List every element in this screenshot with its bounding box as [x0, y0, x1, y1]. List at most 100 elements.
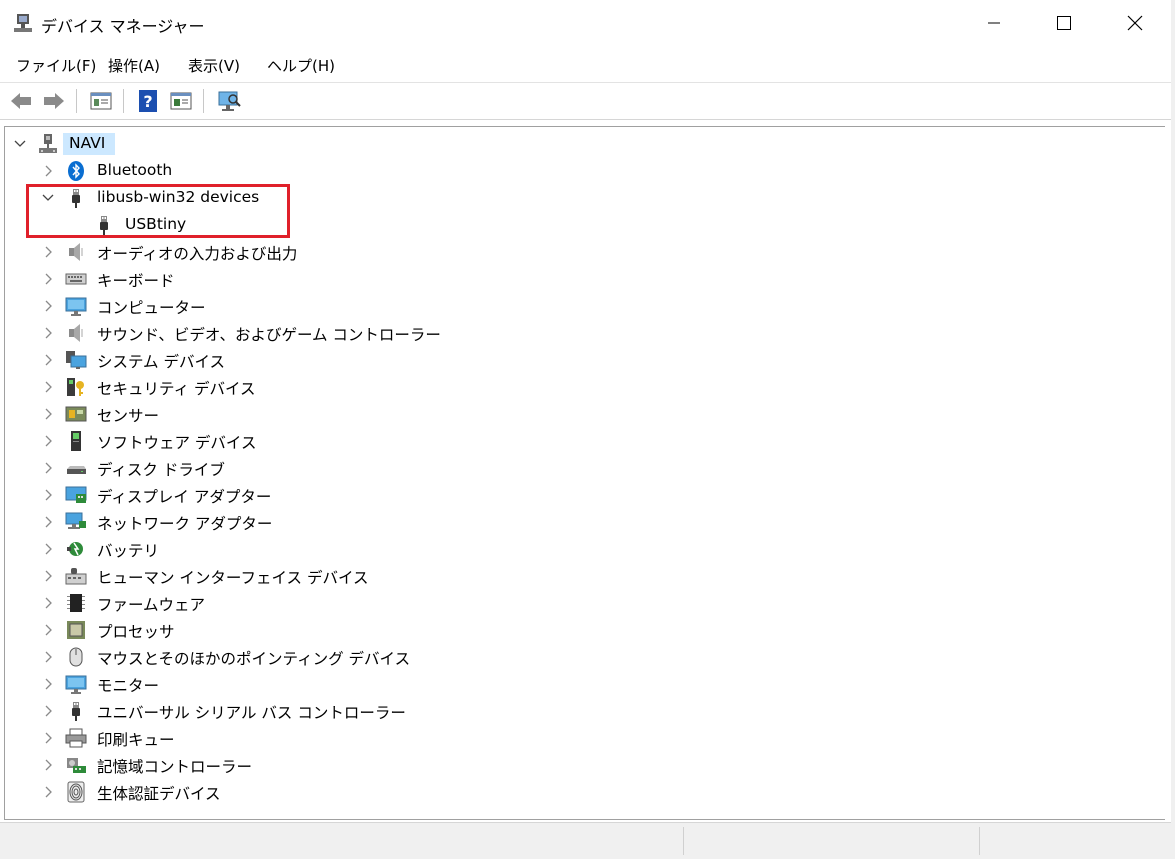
tree-item-label: NAVI: [69, 134, 106, 152]
chevron-right-icon[interactable]: [41, 515, 55, 529]
tree-row-item-5[interactable]: サウンド、ビデオ、およびゲーム コントローラー: [5, 320, 1165, 346]
minimize-icon: [988, 22, 1000, 24]
tree-row-item-9[interactable]: ソフトウェア デバイス: [5, 428, 1165, 454]
back-button[interactable]: [7, 87, 35, 115]
tree-row-item-15[interactable]: ファームウェア: [5, 590, 1165, 616]
tree-row-bluetooth[interactable]: Bluetooth: [5, 158, 1165, 184]
tree-row-item-21[interactable]: 記憶域コントローラー: [5, 752, 1165, 778]
tree-row-item-22[interactable]: 生体認証デバイス: [5, 779, 1165, 805]
chevron-right-icon[interactable]: [41, 623, 55, 637]
device-manager-window: デバイス マネージャー ファイル(F) 操作(A) 表示(V) ヘルプ(H) ?…: [0, 0, 1172, 859]
tree-item-label: 印刷キュー: [97, 731, 175, 749]
tree-item-label: マウスとそのほかのポインティング デバイス: [97, 650, 411, 668]
scan-hardware-button[interactable]: [215, 87, 243, 115]
tree-item-label: ヒューマン インターフェイス デバイス: [97, 569, 369, 587]
menu-bar: ファイル(F) 操作(A) 表示(V) ヘルプ(H): [0, 48, 1171, 80]
tree-row-item-18[interactable]: モニター: [5, 671, 1165, 697]
monitor-icon: [65, 675, 87, 694]
tree-item-label: バッテリ: [97, 542, 160, 560]
chevron-right-icon[interactable]: [41, 542, 55, 556]
tree-row-item-17[interactable]: マウスとそのほかのポインティング デバイス: [5, 644, 1165, 670]
chevron-right-icon[interactable]: [41, 596, 55, 610]
system-devices-icon: [66, 351, 87, 369]
annotation-red-box: [26, 184, 290, 238]
firmware-chip-icon: [67, 594, 85, 612]
tree-row-item-19[interactable]: ユニバーサル シリアル バス コントローラー: [5, 698, 1165, 724]
tree-row-item-13[interactable]: バッテリ: [5, 536, 1165, 562]
chevron-right-icon[interactable]: [41, 326, 55, 340]
chevron-right-icon[interactable]: [41, 164, 55, 178]
speaker-icon: [69, 324, 83, 342]
update-driver-button[interactable]: [167, 87, 195, 115]
chevron-right-icon[interactable]: [41, 704, 55, 718]
forward-button[interactable]: [40, 87, 68, 115]
toolbar: ?: [0, 82, 1171, 120]
properties-icon: [90, 92, 112, 110]
chevron-right-icon[interactable]: [41, 380, 55, 394]
display-adapter-icon: [65, 486, 87, 503]
chevron-right-icon[interactable]: [41, 272, 55, 286]
menu-action[interactable]: 操作(A): [108, 55, 160, 76]
tree-item-label: Bluetooth: [97, 161, 173, 179]
chevron-down-icon[interactable]: [13, 137, 27, 151]
minimize-button[interactable]: [971, 0, 1017, 46]
chevron-right-icon[interactable]: [41, 731, 55, 745]
window-title: デバイス マネージャー: [41, 17, 205, 36]
tree-item-label: モニター: [97, 677, 160, 695]
tree-item-label: 生体認証デバイス: [97, 785, 221, 803]
printer-icon: [65, 728, 87, 748]
tree-item-label: 記憶域コントローラー: [97, 758, 253, 776]
tree-row-item-20[interactable]: 印刷キュー: [5, 725, 1165, 751]
tree-row-root[interactable]: NAVI: [5, 131, 1165, 157]
chevron-right-icon[interactable]: [41, 758, 55, 772]
tree-row-item-8[interactable]: センサー: [5, 401, 1165, 427]
mouse-icon: [69, 647, 83, 667]
help-button[interactable]: ?: [134, 87, 162, 115]
tree-item-label: システム デバイス: [97, 353, 225, 371]
chevron-right-icon[interactable]: [41, 299, 55, 313]
software-device-icon: [71, 431, 81, 451]
tree-row-item-11[interactable]: ディスプレイ アダプター: [5, 482, 1165, 508]
tree-row-item-16[interactable]: プロセッサ: [5, 617, 1165, 643]
tree-row-item-10[interactable]: ディスク ドライブ: [5, 455, 1165, 481]
status-separator: [683, 827, 684, 855]
chevron-right-icon[interactable]: [41, 245, 55, 259]
chevron-right-icon[interactable]: [41, 650, 55, 664]
battery-icon: [67, 542, 83, 556]
maximize-button[interactable]: [1041, 0, 1087, 46]
chevron-right-icon[interactable]: [41, 785, 55, 799]
chevron-right-icon[interactable]: [41, 353, 55, 367]
usb-plug-icon: [72, 702, 80, 721]
tree-item-label: センサー: [97, 407, 160, 425]
properties-button[interactable]: [87, 87, 115, 115]
close-button[interactable]: [1112, 0, 1158, 46]
chevron-right-icon[interactable]: [41, 569, 55, 583]
keyboard-icon: [65, 273, 87, 285]
tree-row-item-3[interactable]: キーボード: [5, 266, 1165, 292]
chevron-right-icon[interactable]: [41, 488, 55, 502]
menu-view[interactable]: 表示(V): [188, 55, 240, 76]
chevron-right-icon[interactable]: [41, 461, 55, 475]
speaker-icon: [69, 243, 83, 261]
tree-row-item-4[interactable]: コンピューター: [5, 293, 1165, 319]
toolbar-separator: [123, 89, 124, 113]
tree-row-item-12[interactable]: ネットワーク アダプター: [5, 509, 1165, 535]
maximize-icon: [1057, 16, 1071, 30]
menu-file[interactable]: ファイル(F): [16, 55, 96, 76]
tree-item-label: ユニバーサル シリアル バス コントローラー: [97, 704, 406, 722]
background-window-edge: [1171, 0, 1175, 859]
forward-icon: [44, 93, 64, 109]
tree-row-item-14[interactable]: ヒューマン インターフェイス デバイス: [5, 563, 1165, 589]
back-icon: [11, 93, 31, 109]
chevron-right-icon[interactable]: [41, 407, 55, 421]
chevron-right-icon[interactable]: [41, 434, 55, 448]
menu-help[interactable]: ヘルプ(H): [267, 55, 335, 76]
computer-icon: [39, 134, 57, 153]
chevron-right-icon[interactable]: [41, 677, 55, 691]
help-icon: ?: [139, 90, 157, 112]
title-bar[interactable]: デバイス マネージャー: [0, 0, 1171, 46]
tree-row-item-7[interactable]: セキュリティ デバイス: [5, 374, 1165, 400]
tree-row-item-6[interactable]: システム デバイス: [5, 347, 1165, 373]
tree-row-item-2[interactable]: オーディオの入力および出力: [5, 239, 1165, 265]
bluetooth-icon: [68, 161, 84, 181]
